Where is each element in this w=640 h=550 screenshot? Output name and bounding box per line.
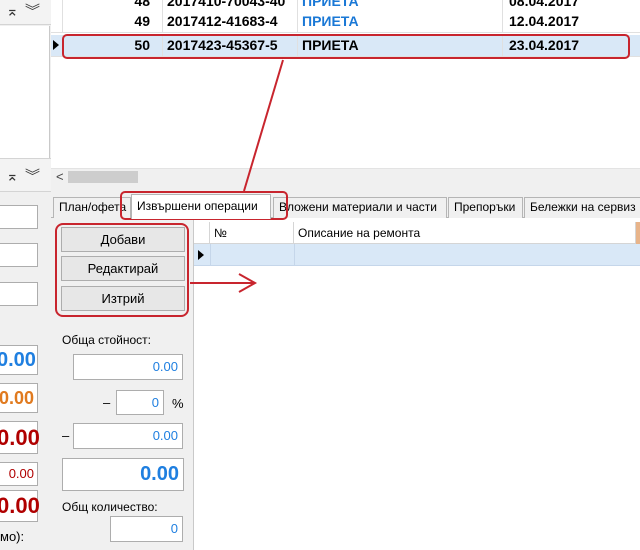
left-bottom-label: мо): — [0, 529, 25, 544]
operations-grid-header: № Описание на ремонта — [194, 222, 640, 244]
delete-button[interactable]: Изтрий — [61, 286, 185, 311]
operations-grid-body — [194, 266, 640, 550]
final-total-field: 0.00 — [62, 458, 184, 491]
operations-new-row[interactable] — [194, 244, 640, 266]
total-quantity-label: Общ количество: — [62, 500, 158, 514]
row-date: 12.04.2017 — [509, 13, 580, 29]
left-field-3[interactable] — [0, 282, 38, 306]
edit-button[interactable]: Редактирай — [61, 256, 185, 281]
double-chevron-down-icon[interactable]: ︾ — [25, 3, 40, 21]
upper-grid-empty-area — [51, 66, 640, 168]
scroll-left-icon[interactable]: < — [56, 169, 64, 185]
left-value-4-text: 0.00 — [8, 466, 34, 481]
discount-amount-field[interactable]: 0.00 — [73, 423, 183, 449]
column-header-number[interactable]: № — [210, 222, 294, 244]
total-quantity-field[interactable]: 0 — [110, 516, 183, 542]
cell-divider — [294, 244, 295, 266]
row-code: 2017423-45367-5 — [163, 35, 298, 57]
tab-materials-parts[interactable]: Вложени материали и части — [273, 197, 447, 218]
row-indicator — [51, 11, 63, 33]
left-value-3: 0.00 — [0, 421, 40, 454]
discount-sign: – — [103, 395, 111, 410]
column-header-description[interactable]: Описание на ремонта — [294, 222, 636, 244]
left-field-2[interactable] — [0, 243, 38, 267]
row-code: 2017412-41683-4 — [163, 11, 298, 33]
left-value-5: 0.00 — [0, 490, 40, 522]
column-header-edge — [636, 222, 640, 244]
collapse-icon[interactable]: ⌅ — [6, 3, 19, 21]
table-row[interactable]: 49 2017412-41683-4 ПРИЕТА 12.04.2017 — [51, 11, 640, 33]
row-date: 23.04.2017 — [509, 37, 580, 53]
left-panel-list — [0, 26, 50, 158]
cell-divider — [210, 244, 211, 266]
total-value-field[interactable]: 0.00 — [73, 354, 183, 380]
left-panel-header-top: ⌅ ︾ — [0, 0, 51, 25]
double-chevron-down-icon[interactable]: ︾ — [25, 168, 40, 186]
discount-percent-field[interactable]: 0 — [116, 390, 164, 415]
left-field-1[interactable] — [0, 205, 38, 229]
current-row-arrow-icon — [198, 250, 204, 260]
row-indicator — [51, 35, 63, 57]
current-row-arrow-icon — [53, 40, 59, 50]
tab-recommendations[interactable]: Препоръки — [448, 197, 523, 218]
left-value-3-text: 0.00 — [0, 425, 40, 450]
row-number: 50 — [63, 35, 163, 57]
left-value-1-text: 0.00 — [0, 349, 36, 371]
row-number: 49 — [63, 11, 163, 33]
tab-strip: План/офета Извършени операции Вложени ма… — [51, 185, 640, 219]
row-indicator-header — [194, 222, 210, 244]
total-value-label: Обща стойност: — [62, 333, 151, 347]
left-value-1: 0.00 — [0, 345, 38, 375]
collapse-icon[interactable]: ⌅ — [6, 168, 19, 186]
left-value-2-text: 0.00 — [0, 388, 34, 408]
tab-performed-operations[interactable]: Извършени операции — [131, 194, 271, 219]
left-panel-header-bottom: ⌅ ︾ — [0, 158, 51, 192]
row-status: ПРИЕТА — [298, 35, 503, 57]
table-row-selected[interactable]: 50 2017423-45367-5 ПРИЕТА 23.04.2017 — [51, 35, 640, 57]
percent-symbol: % — [172, 396, 184, 411]
minus-sign: – — [62, 428, 70, 443]
left-value-4: 0.00 — [0, 462, 38, 486]
left-value-5-text: 0.00 — [0, 493, 40, 518]
row-status: ПРИЕТА — [298, 11, 503, 33]
tab-service-notes[interactable]: Бележки на сервиз — [524, 197, 640, 218]
add-button[interactable]: Добави — [61, 227, 185, 252]
scrollbar-thumb[interactable] — [68, 171, 138, 183]
horizontal-scrollbar[interactable]: < — [51, 168, 640, 185]
tab-plan[interactable]: План/офета — [53, 197, 131, 218]
left-value-2: 0.00 — [0, 383, 38, 413]
